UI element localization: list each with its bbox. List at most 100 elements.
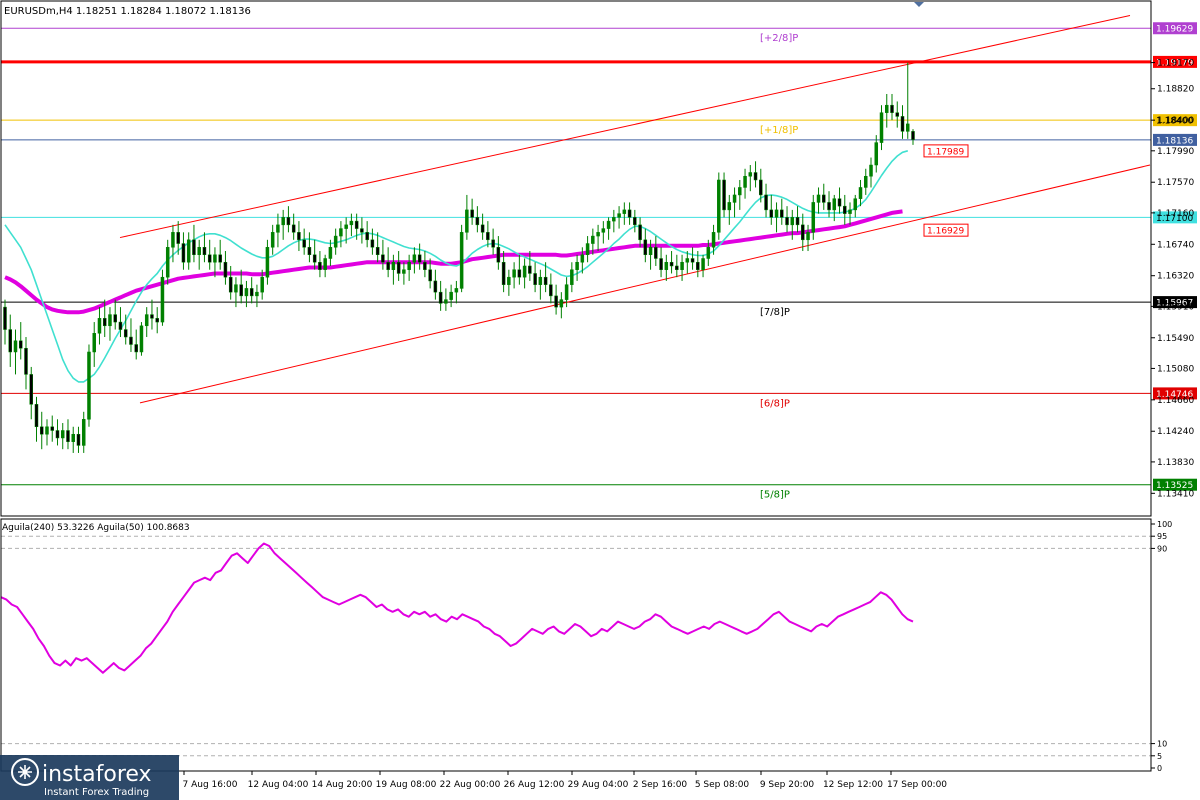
candle-body (911, 131, 915, 140)
time-tick-label: 12 Sep 12:00 (823, 780, 883, 790)
candle-body (858, 187, 863, 199)
candle (139, 322, 144, 356)
candle-body (627, 209, 632, 218)
candle-body (753, 172, 758, 181)
candle-body (417, 254, 422, 263)
time-tick-label: 5 Sep 08:00 (695, 780, 750, 790)
candle (87, 344, 91, 427)
candle-body (549, 284, 553, 297)
candle-body (50, 426, 54, 431)
candle-body (375, 247, 380, 256)
time-tick-label: 2 Sep 16:00 (633, 780, 688, 790)
candle-body (538, 276, 543, 285)
price-tick-label: 1.18820 (1157, 85, 1194, 95)
candle-body (55, 430, 60, 439)
candle-body (811, 202, 816, 233)
price-tick-label: 1.17160 (1157, 209, 1194, 219)
candle-body (365, 232, 369, 241)
candle-body (864, 175, 868, 188)
time-tick-label: 14 Aug 20:00 (312, 780, 373, 790)
candle-body (601, 228, 606, 233)
candle-body (559, 299, 564, 308)
chart-canvas: [+2/8]P [+1/8]P [7/8]P [6/8]P [5/8]P 1.19629… (0, 0, 1200, 800)
candle-body (249, 288, 254, 297)
candle-body (433, 280, 438, 293)
time-tick-label: 19 Aug 08:00 (376, 780, 437, 790)
candle-body (207, 254, 212, 263)
candle-body (370, 239, 375, 248)
candle-body (822, 194, 826, 203)
level-label: [+2/8]P (760, 33, 798, 44)
osc-tick-label: 95 (1157, 532, 1167, 541)
candle-body (785, 217, 789, 226)
candle-body (585, 243, 590, 256)
symbol-header: EURUSDm,H4 1.18251 1.18284 1.18072 1.181… (4, 6, 251, 17)
candle-body (66, 430, 70, 442)
candle-body (764, 194, 768, 211)
candle-body (192, 239, 196, 256)
candle-body (181, 243, 186, 263)
candle-body (780, 209, 784, 218)
candle-body (323, 258, 327, 270)
candle-body (790, 217, 795, 226)
level-label: [7/8]P (760, 307, 790, 318)
candle (717, 172, 721, 240)
candle-body (150, 314, 154, 319)
candle-body (507, 276, 511, 285)
candle-body (454, 288, 459, 293)
brand-watermark: instaforex Instant Forex Trading (0, 755, 179, 800)
candle-body (171, 232, 175, 248)
candle-body (71, 433, 75, 442)
candle-body (612, 217, 616, 222)
price-tick-label: 1.17570 (1157, 178, 1194, 188)
candle-body (748, 172, 753, 177)
candle-body (139, 325, 144, 353)
candle-body (633, 217, 637, 226)
candle-body (202, 247, 207, 256)
candle-body (108, 314, 112, 327)
candle-body (690, 258, 695, 263)
candle-body (837, 198, 842, 207)
candle-body (18, 340, 23, 349)
candle-body (465, 209, 469, 233)
candle-body (879, 112, 884, 143)
candle-body (396, 261, 401, 274)
candle-body (407, 261, 411, 270)
candle-body (228, 276, 233, 293)
price-tag-label: 1.18136 (1156, 136, 1193, 146)
candle-body (816, 194, 821, 203)
candle-body (480, 224, 485, 233)
candle-body (853, 198, 858, 211)
candle-body (827, 202, 831, 211)
candle-body (743, 175, 747, 188)
candle-body (92, 333, 96, 353)
candle-body (795, 217, 800, 226)
candle-body (727, 202, 732, 211)
time-tick-label: 17 Sep 00:00 (887, 780, 947, 790)
candle-body (144, 314, 149, 327)
candle-body (575, 261, 579, 270)
candle-body (165, 247, 170, 278)
price-tick-label: 1.15910 (1157, 302, 1194, 312)
candle-body (596, 232, 600, 237)
candle-body (580, 254, 585, 263)
candle-body (496, 247, 501, 263)
candle-body (307, 247, 312, 256)
candle-body (339, 228, 343, 237)
candle-body (843, 205, 847, 214)
osc-tick-label: 90 (1157, 544, 1167, 553)
candle-body (344, 224, 348, 229)
candle-body (281, 217, 285, 226)
candle-body (265, 247, 270, 278)
candle-body (34, 404, 39, 428)
candle-body (659, 258, 663, 270)
candle-body (664, 261, 669, 270)
candle-body (87, 351, 91, 420)
candle-body (328, 247, 333, 259)
candle-body (696, 261, 700, 270)
candle-body (218, 254, 222, 263)
indicator-header: Aguila(240) 53.3226 Aguila(50) 100.8683 (2, 523, 190, 533)
candle-body (402, 269, 406, 274)
candle-body (113, 314, 117, 323)
candle-body (570, 269, 574, 285)
